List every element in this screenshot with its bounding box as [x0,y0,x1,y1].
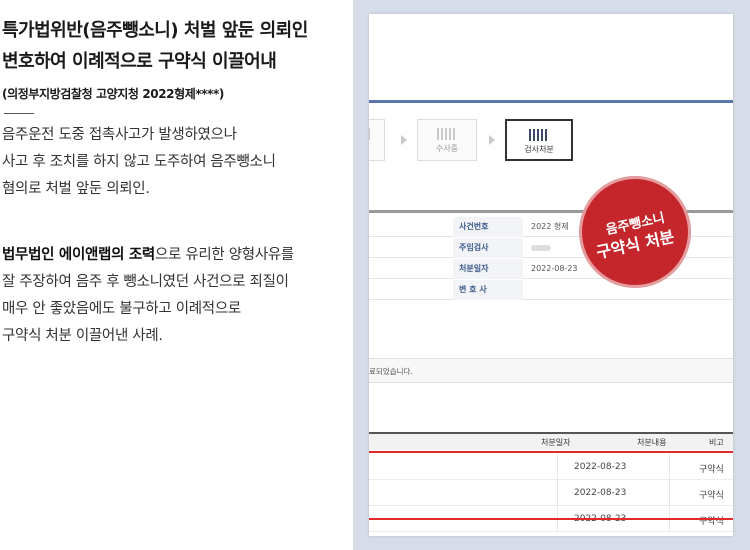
table-row: 2022-08-23 구약식 [369,480,733,506]
cell-divider [557,454,558,480]
paragraph-line: 혐의로 처벌 앞둔 의뢰인. [2,181,150,197]
paragraph-line: 구약식 처분 이끌어낸 사례. [2,328,163,344]
article-text-column: 특가법위반(음주뺑소니) 처벌 앞둔 의뢰인 변호하여 이례적으로 구약식 이끌… [0,0,350,550]
step-previous [369,119,385,161]
info-value: 2022-08-23 [531,264,578,273]
highlight-line-bottom [369,518,733,520]
notice-message: 료되었습니다. [369,358,733,383]
arrow-right-icon [489,135,495,145]
paragraph-line: 매우 안 좋았음에도 불구하고 이례적으로 [2,301,241,317]
article-title-line1: 특가법위반(음주뺑소니) 처벌 앞둔 의뢰인 [2,20,308,41]
step-label: 수사중 [435,144,459,153]
case-inquiry-screenshot: 수사중 검사처분 사건번호 2022 형제 주임검사 처분일자 2022-08-… [369,14,733,536]
info-row: 변 호 사 [369,280,733,300]
redacted-value [531,244,551,251]
cell-divider [669,480,670,506]
column-header: 처분일자 [541,438,571,447]
disposition-type: 구약식 [699,517,724,527]
step-icon [437,128,457,140]
progress-steps: 수사중 검사처분 [369,119,733,167]
summary-paragraph-2: 법무법인 에이앤랩의 조력으로 유리한 양형사유를 잘 주장하여 음주 후 뺑소… [2,242,347,350]
step-label: 검사처분 [524,145,554,154]
evidence-panel: 수사중 검사처분 사건번호 2022 형제 주임검사 처분일자 2022-08-… [353,0,750,550]
case-number: (의정부지방검찰청 고양지청 2022형제****) [2,87,224,101]
firm-emphasis: 법무법인 에이앤랩의 조력 [2,247,155,263]
info-value [531,238,551,258]
cell-divider [557,480,558,506]
column-header: 처분내용 [637,438,667,447]
paragraph-line: 사고 후 조치를 하지 않고 도주하여 음주뺑소니 [2,154,276,170]
header-bar [369,100,733,103]
arrow-right-icon [401,135,407,145]
disposition-date: 2022-08-23 [574,488,627,498]
step-icon [369,128,372,140]
summary-paragraph-1: 음주운전 도중 접촉사고가 발생하였으나 사고 후 조치를 하지 않고 도주하여… [2,122,347,203]
highlight-line-top [369,451,733,453]
disposition-table-header: 처분일자 처분내용 비고 [369,434,733,450]
info-key: 주임검사 [453,238,523,258]
step-investigation: 수사중 [417,119,477,161]
paragraph-line: 음주운전 도중 접촉사고가 발생하였으나 [2,127,237,143]
step-icon [529,129,549,141]
paragraph-line: 잘 주장하여 음주 후 뺑소니였던 사건으로 죄질이 [2,274,289,290]
cell-divider [669,454,670,480]
result-stamp-badge: 음주뺑소니 구약식 처분 [579,176,691,288]
info-value: 2022 형제 [531,222,569,231]
info-key: 처분일자 [453,259,523,279]
disposition-type: 구약식 [699,491,724,501]
column-header: 비고 [709,438,724,447]
step-prosecutor-disposition: 검사처분 [505,119,573,161]
divider [4,113,34,114]
paragraph-text: 으로 유리한 양형사유를 [154,247,294,263]
paragraph-line: 법무법인 에이앤랩의 조력으로 유리한 양형사유를 [2,242,347,269]
table-row: 2022-08-23 구약식 [369,454,733,480]
info-key: 사건번호 [453,217,523,237]
info-key: 변 호 사 [453,280,523,300]
article-title-line2: 변호하여 이례적으로 구약식 이끌어내 [2,51,277,72]
disposition-date: 2022-08-23 [574,462,627,472]
disposition-type: 구약식 [699,465,724,475]
